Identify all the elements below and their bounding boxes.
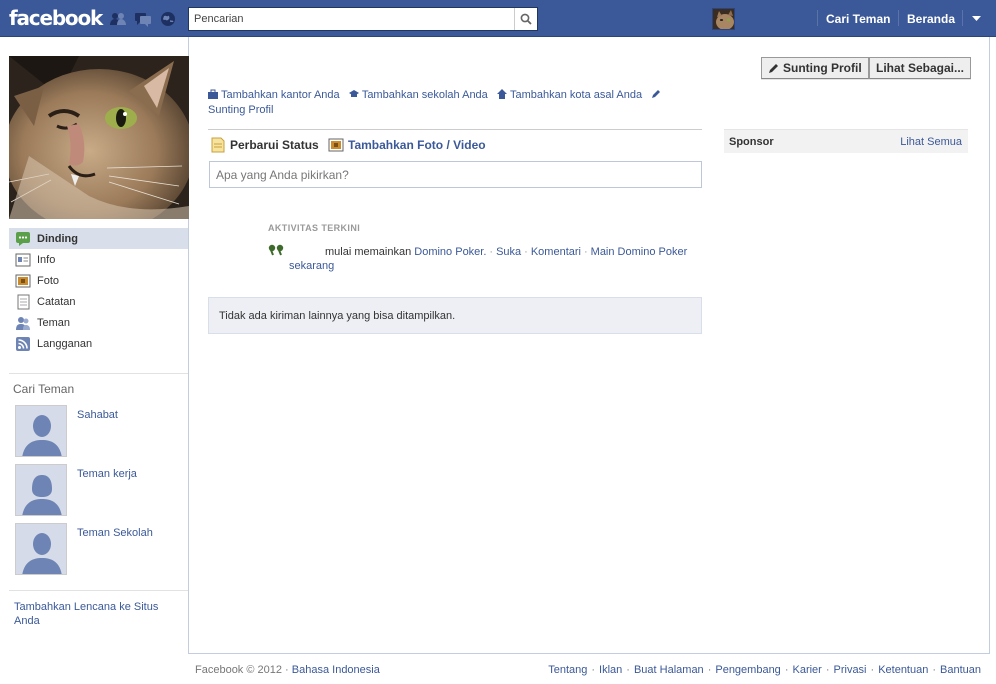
profile-avatar[interactable] (712, 8, 735, 30)
left-nav-label: Catatan (37, 295, 76, 308)
recent-activity-heading: AKTIVITAS TERKINI (268, 223, 361, 233)
briefcase-icon (208, 89, 218, 99)
left-nav-label: Langganan (37, 337, 93, 350)
person-silhouette-icon (16, 524, 66, 574)
left-nav-photos[interactable]: Foto (9, 270, 188, 291)
notifications-globe-icon[interactable] (159, 11, 177, 27)
view-as-button[interactable]: Lihat Sebagai... (869, 57, 972, 79)
messages-icon[interactable] (134, 11, 152, 27)
language-link[interactable]: Bahasa Indonesia (292, 664, 380, 676)
like-link[interactable]: Suka (496, 246, 521, 258)
wall-icon (16, 231, 30, 246)
view-as-label: Lihat Sebagai... (876, 61, 965, 75)
edit-profile-link[interactable]: Sunting Profil (208, 104, 273, 116)
comment-link[interactable]: Komentari (531, 246, 581, 258)
info-icon (15, 253, 31, 266)
footer-copyright: Facebook © 2012 · Bahasa Indonesia (195, 664, 380, 676)
add-photo-video-label: Tambahkan Foto / Video (348, 138, 486, 152)
find-friends-heading: Cari Teman (13, 382, 75, 396)
activity-text: mulai memainkan (325, 246, 412, 258)
friends-icon (16, 316, 30, 330)
person-silhouette-icon (16, 465, 66, 515)
chevron-down-icon (971, 16, 981, 21)
add-school-link[interactable]: Tambahkan sekolah Anda (362, 89, 488, 101)
search-icon (520, 13, 532, 25)
left-nav-label: Dinding (37, 232, 78, 245)
left-nav-notes[interactable]: Catatan (9, 291, 188, 312)
status-note-icon (211, 137, 225, 153)
coworkers-thumbnail[interactable] (15, 464, 67, 516)
add-hometown-link[interactable]: Tambahkan kota asal Anda (510, 89, 642, 101)
see-all-link[interactable]: Lihat Semua (900, 136, 962, 148)
friend-requests-icon[interactable] (109, 11, 127, 27)
add-badge-link[interactable]: Tambahkan Lencana ke Situs Anda (14, 600, 164, 628)
best-friends-thumbnail[interactable] (15, 405, 67, 457)
left-nav-label: Teman (37, 316, 71, 329)
play-game-link[interactable]: Main Domino Poker (591, 246, 688, 258)
add-work-link[interactable]: Tambahkan kantor Anda (221, 89, 340, 101)
footer-links: Tentang · Iklan · Buat Halaman · Pengembang · Ka… (548, 664, 981, 676)
timestamp-link[interactable]: sekarang (289, 260, 334, 272)
schoolmates-thumbnail[interactable] (15, 523, 67, 575)
activity-story: mulai memainkan Domino Poker. · Suka · Komen… (289, 246, 688, 272)
home-icon (496, 89, 507, 99)
footer-link-terms[interactable]: Ketentuan (878, 664, 928, 676)
divider (9, 590, 188, 591)
left-nav-subscriptions[interactable]: Langganan (9, 333, 188, 354)
pencil-icon (652, 90, 661, 98)
account-menu-button[interactable] (967, 10, 985, 28)
home-link[interactable]: Beranda (907, 12, 955, 26)
schoolmates-link[interactable]: Teman Sekolah (77, 527, 153, 539)
left-nav-info[interactable]: Info (9, 249, 188, 270)
update-status-tab[interactable]: Perbarui Status (210, 137, 319, 153)
footer-link-careers[interactable]: Karier (792, 664, 821, 676)
notes-icon (17, 294, 30, 309)
footer-link-ads[interactable]: Iklan (599, 664, 622, 676)
edit-profile-label: Sunting Profil (783, 61, 862, 75)
search-box (188, 7, 538, 31)
footer-link-help[interactable]: Bantuan (940, 664, 981, 676)
sponsor-header: Sponsor Lihat Semua (724, 129, 968, 153)
profile-picture[interactable] (9, 56, 189, 219)
footer-link-privacy[interactable]: Privasi (834, 664, 867, 676)
left-nav-label: Foto (37, 274, 60, 287)
copyright-text: Facebook © 2012 · (195, 664, 289, 676)
school-icon (348, 90, 359, 97)
subscriptions-icon (16, 336, 30, 351)
update-status-label: Perbarui Status (230, 138, 319, 152)
search-button[interactable] (514, 8, 537, 30)
photo-icon (15, 274, 31, 287)
profile-info-links: Tambahkan kantor Anda Tambahkan sekolah … (208, 88, 698, 118)
find-friends-link[interactable]: Cari Teman (826, 12, 890, 26)
photo-icon (328, 138, 344, 152)
left-nav-wall[interactable]: Dinding (9, 228, 188, 249)
add-photo-video-tab[interactable]: Tambahkan Foto / Video (328, 137, 486, 153)
divider (9, 373, 188, 374)
edit-profile-button[interactable]: Sunting Profil (761, 57, 869, 79)
footer-link-about[interactable]: Tentang (548, 664, 587, 676)
status-input[interactable] (209, 161, 702, 188)
left-nav-friends[interactable]: Teman (9, 312, 188, 333)
game-app-icon (268, 244, 284, 256)
top-bar: facebook Cari Teman Be (0, 0, 996, 37)
sponsor-title: Sponsor (729, 135, 774, 148)
game-link[interactable]: Domino Poker. (414, 246, 486, 258)
pencil-icon (769, 63, 778, 73)
coworkers-link[interactable]: Teman kerja (77, 468, 137, 480)
left-nav-label: Info (37, 253, 56, 266)
divider (208, 129, 702, 130)
best-friends-link[interactable]: Sahabat (77, 409, 118, 421)
footer-link-developers[interactable]: Pengembang (715, 664, 780, 676)
person-silhouette-icon (16, 406, 66, 456)
no-more-posts-notice: Tidak ada kiriman lainnya yang bisa dita… (208, 297, 702, 334)
facebook-logo[interactable]: facebook (9, 6, 103, 30)
footer-link-create-page[interactable]: Buat Halaman (634, 664, 704, 676)
search-input[interactable] (189, 8, 514, 30)
